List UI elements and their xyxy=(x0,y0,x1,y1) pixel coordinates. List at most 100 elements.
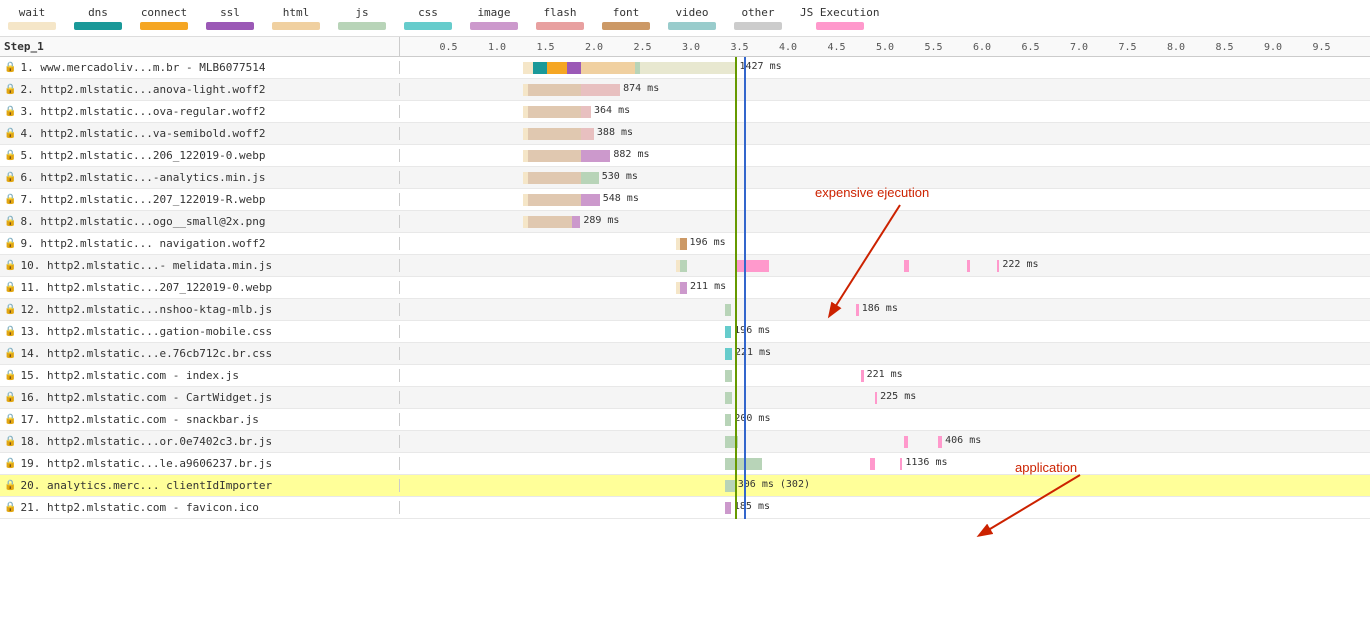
bar-segment xyxy=(861,370,864,382)
bar-segment xyxy=(581,106,591,118)
table-row: 🔒17. http2.mlstatic.com - snackbar.js200… xyxy=(0,409,1370,431)
timeline-cell-19: 1136 ms xyxy=(400,453,1370,475)
legend-item-wait: wait xyxy=(8,6,56,30)
timeline-cell-18: 406 ms xyxy=(400,431,1370,453)
bar-segment xyxy=(680,260,687,272)
vertical-line xyxy=(744,387,746,409)
timeline-cell-16: 225 ms xyxy=(400,387,1370,409)
legend-item-connect: connect xyxy=(140,6,188,30)
tick-2: 2.0 xyxy=(585,42,603,53)
tick-6.5: 6.5 xyxy=(1021,42,1039,53)
lock-icon: 🔒 xyxy=(4,194,16,205)
vertical-line xyxy=(735,431,737,453)
vertical-line xyxy=(735,321,737,343)
bar-segment xyxy=(725,392,732,404)
tick-7.5: 7.5 xyxy=(1118,42,1136,53)
legend: wait dns connect ssl html js css image f… xyxy=(0,0,1370,37)
table-row: 🔒3. http2.mlstatic...ova-regular.woff236… xyxy=(0,101,1370,123)
row-label-18: 🔒18. http2.mlstatic...or.0e7402c3.br.js xyxy=(0,435,400,448)
row-label-5: 🔒5. http2.mlstatic...206_122019-0.webp xyxy=(0,149,400,162)
bar-segment xyxy=(581,128,594,140)
bar-segment xyxy=(523,62,533,74)
ms-label-3: 364 ms xyxy=(594,105,630,116)
table-row: 🔒20. analytics.merc... clientIdImporter3… xyxy=(0,475,1370,497)
ms-label-19: 1136 ms xyxy=(905,457,947,468)
bar-segment xyxy=(528,150,581,162)
vertical-line xyxy=(735,189,737,211)
tick-7: 7.0 xyxy=(1070,42,1088,53)
bar-segment xyxy=(528,84,581,96)
legend-item-ssl: ssl xyxy=(206,6,254,30)
timeline-cell-5: 882 ms xyxy=(400,145,1370,167)
ms-label-14: 221 ms xyxy=(735,347,771,358)
vertical-line xyxy=(744,255,746,277)
vertical-line xyxy=(735,277,737,299)
table-row: 🔒11. http2.mlstatic...207_122019-0.webp2… xyxy=(0,277,1370,299)
legend-item-font: font xyxy=(602,6,650,30)
lock-icon: 🔒 xyxy=(4,216,16,227)
ms-label-8: 289 ms xyxy=(583,215,619,226)
bar-segment xyxy=(572,216,581,228)
ms-label-2: 874 ms xyxy=(623,83,659,94)
table-row: 🔒6. http2.mlstatic...-analytics.min.js53… xyxy=(0,167,1370,189)
bar-segment xyxy=(735,260,769,272)
table-row: 🔒1. www.mercadoliv...m.br - MLB607751414… xyxy=(0,57,1370,79)
timeline-cell-8: 289 ms xyxy=(400,211,1370,233)
vertical-line xyxy=(744,277,746,299)
bar-segment xyxy=(528,194,581,206)
bar-segment xyxy=(533,62,548,74)
vertical-line xyxy=(735,57,737,79)
bar-segment xyxy=(528,216,572,228)
bar-segment xyxy=(567,62,582,74)
vertical-line xyxy=(735,343,737,365)
ms-label-12: 186 ms xyxy=(862,303,898,314)
timeline-ticks: 0.51.01.52.02.53.03.54.04.55.05.56.06.57… xyxy=(400,37,1370,55)
bar-segment xyxy=(997,260,1000,272)
tick-5.5: 5.5 xyxy=(924,42,942,53)
row-label-21: 🔒21. http2.mlstatic.com - favicon.ico xyxy=(0,501,400,514)
bar-segment xyxy=(640,62,737,74)
tick-3: 3.0 xyxy=(682,42,700,53)
row-label-12: 🔒12. http2.mlstatic...nshoo-ktag-mlb.js xyxy=(0,303,400,316)
bar-segment xyxy=(725,414,731,426)
bar-segment xyxy=(528,128,581,140)
lock-icon: 🔒 xyxy=(4,502,16,513)
bar-segment xyxy=(528,172,581,184)
step-label: Step_1 xyxy=(0,37,400,56)
vertical-line xyxy=(735,101,737,123)
vertical-line xyxy=(744,57,746,79)
lock-icon: 🔒 xyxy=(4,392,16,403)
ms-label-16: 225 ms xyxy=(880,391,916,402)
timeline-cell-1: 1427 ms xyxy=(400,57,1370,79)
tick-8: 8.0 xyxy=(1167,42,1185,53)
rows-wrapper: 🔒1. www.mercadoliv...m.br - MLB607751414… xyxy=(0,57,1370,607)
table-row: 🔒18. http2.mlstatic...or.0e7402c3.br.js4… xyxy=(0,431,1370,453)
ms-label-15: 221 ms xyxy=(867,369,903,380)
vertical-line xyxy=(735,211,737,233)
row-label-13: 🔒13. http2.mlstatic...gation-mobile.css xyxy=(0,325,400,338)
vertical-line xyxy=(735,365,737,387)
timeline-header: Step_1 0.51.01.52.02.53.03.54.04.55.05.5… xyxy=(0,37,1370,57)
vertical-line xyxy=(744,233,746,255)
legend-item-other: other xyxy=(734,6,782,30)
table-row: 🔒19. http2.mlstatic...le.a9606237.br.js 1… xyxy=(0,453,1370,475)
timeline-cell-14: 221 ms xyxy=(400,343,1370,365)
vertical-line xyxy=(735,299,737,321)
vertical-line xyxy=(735,453,737,475)
timeline-cell-4: 388 ms xyxy=(400,123,1370,145)
vertical-line xyxy=(735,255,737,277)
timeline-cell-17: 200 ms xyxy=(400,409,1370,431)
timeline-cell-2: 874 ms xyxy=(400,79,1370,101)
bar-segment xyxy=(725,326,731,338)
table-row: 🔒8. http2.mlstatic...ogo__small@2x.png28… xyxy=(0,211,1370,233)
ms-label-7: 548 ms xyxy=(603,193,639,204)
row-label-19: 🔒19. http2.mlstatic...le.a9606237.br.js xyxy=(0,457,400,470)
legend-item-flash: flash xyxy=(536,6,584,30)
row-label-6: 🔒6. http2.mlstatic...-analytics.min.js xyxy=(0,171,400,184)
bar-segment xyxy=(725,304,731,316)
vertical-line xyxy=(744,475,746,497)
table-row: 🔒16. http2.mlstatic.com - CartWidget.js2… xyxy=(0,387,1370,409)
vertical-line xyxy=(744,123,746,145)
timeline-cell-3: 364 ms xyxy=(400,101,1370,123)
bar-segment xyxy=(581,84,620,96)
